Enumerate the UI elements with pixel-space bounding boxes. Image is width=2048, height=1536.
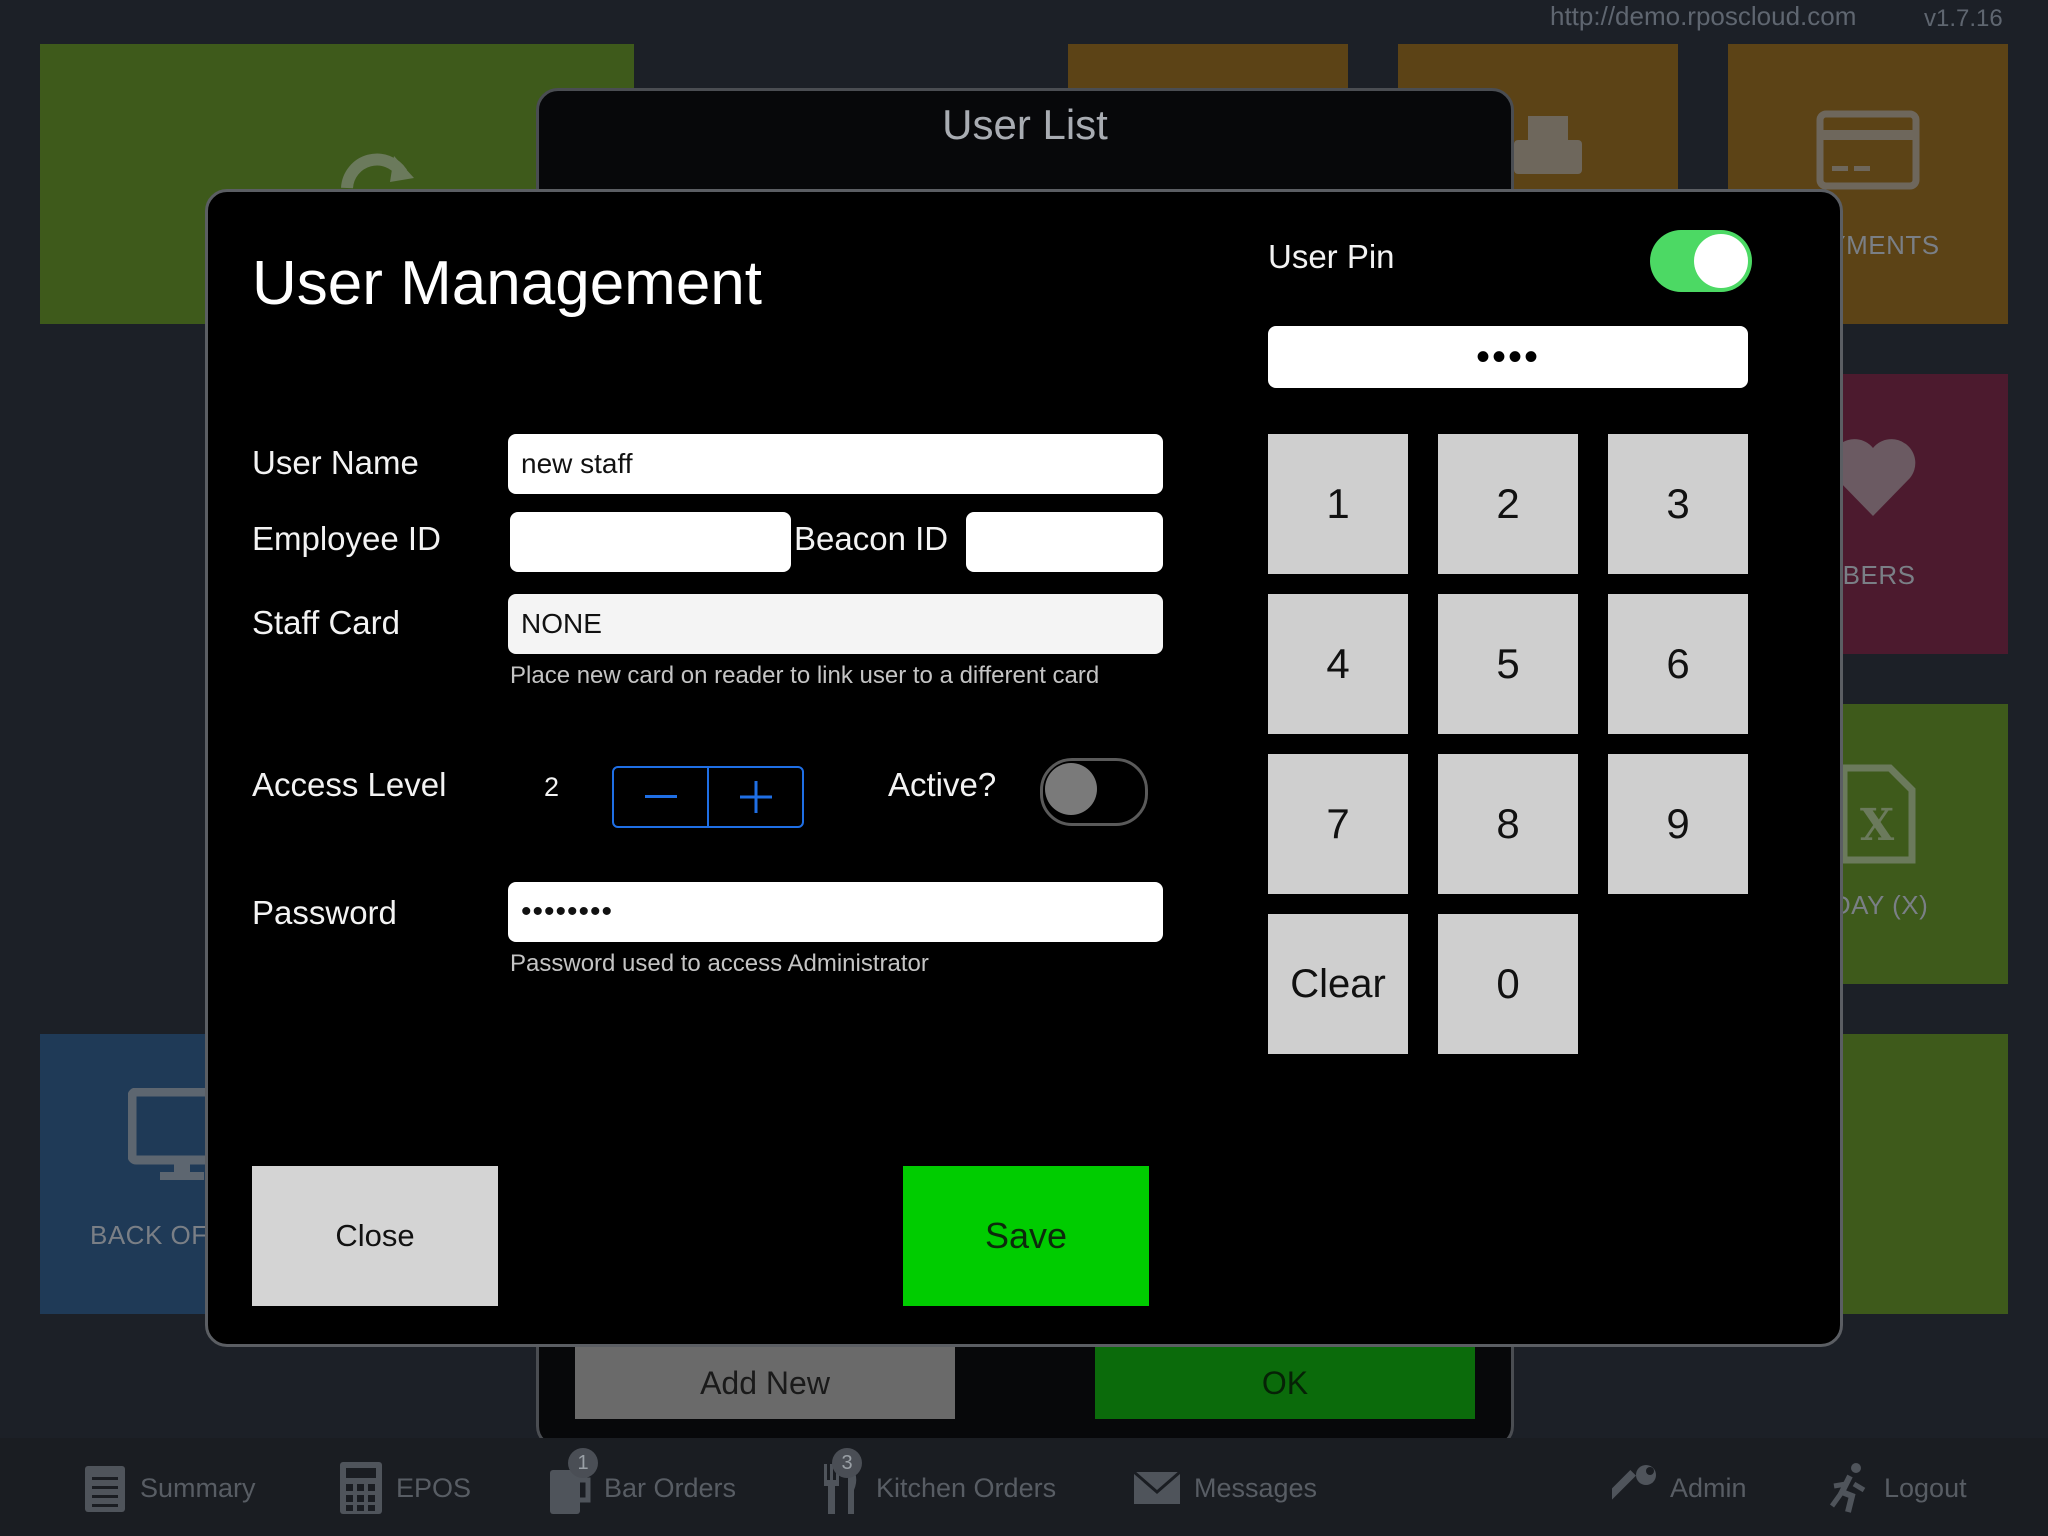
svg-text:X: X: [1860, 800, 1895, 851]
staff-card-hint: Place new card on reader to link user to…: [510, 662, 1100, 689]
app-version: v1.7.16: [1924, 5, 2003, 32]
tab-admin[interactable]: Admin: [1612, 1460, 1747, 1516]
beacon-id-input[interactable]: [966, 512, 1163, 572]
close-button[interactable]: Close: [252, 1166, 498, 1306]
user-list-title: User List: [942, 101, 1108, 148]
add-new-button[interactable]: Add New: [575, 1347, 955, 1419]
keypad-0[interactable]: 0: [1438, 914, 1578, 1054]
tab-epos[interactable]: EPOS: [338, 1460, 471, 1516]
kitchen-orders-badge: 3: [832, 1448, 862, 1478]
keypad-2[interactable]: 2: [1438, 434, 1578, 574]
staff-card-label: Staff Card: [252, 604, 400, 641]
active-toggle-knob: [1045, 763, 1097, 815]
server-url: http://demo.rposcloud.com: [1550, 1, 1857, 31]
plus-icon: [739, 781, 772, 813]
decrement-button[interactable]: [614, 768, 709, 826]
access-level-stepper: [612, 766, 804, 828]
keypad-8[interactable]: 8: [1438, 754, 1578, 894]
keypad-clear[interactable]: Clear: [1268, 914, 1408, 1054]
tab-messages[interactable]: Messages: [1132, 1460, 1317, 1516]
envelope-icon: [1133, 1470, 1181, 1504]
employee-id-label: Employee ID: [252, 520, 441, 557]
notepad-icon: [85, 1466, 125, 1512]
employee-id-input[interactable]: [510, 512, 791, 572]
keypad-7[interactable]: 7: [1268, 754, 1408, 894]
user-pin-label: User Pin: [1268, 238, 1395, 275]
bar-orders-badge: 1: [568, 1448, 598, 1478]
keypad-9[interactable]: 9: [1608, 754, 1748, 894]
user-pin-toggle[interactable]: [1650, 230, 1752, 292]
access-level-value: 2: [544, 772, 560, 802]
tab-kitchen-orders-label: Kitchen Orders: [876, 1472, 1057, 1503]
active-label: Active?: [888, 766, 997, 803]
keypad-1[interactable]: 1: [1268, 434, 1408, 574]
ok-button[interactable]: OK: [1095, 1347, 1475, 1419]
tab-logout-label: Logout: [1884, 1472, 1967, 1503]
access-level-label: Access Level: [252, 766, 447, 803]
printer-icon: [1514, 116, 1582, 174]
dialog-title: User Management: [252, 249, 763, 318]
keypad-3[interactable]: 3: [1608, 434, 1748, 574]
tab-logout[interactable]: Logout: [1828, 1460, 1967, 1516]
credit-card-icon: [1816, 110, 1920, 190]
beacon-id-label: Beacon ID: [794, 520, 949, 557]
tab-summary-label: Summary: [140, 1472, 256, 1503]
password-label: Password: [252, 894, 397, 931]
increment-button[interactable]: [709, 768, 802, 826]
password-hint: Password used to access Administrator: [510, 950, 929, 977]
tab-admin-label: Admin: [1670, 1472, 1747, 1503]
calculator-icon: [340, 1462, 382, 1514]
minus-icon: [644, 795, 677, 798]
keypad-5[interactable]: 5: [1438, 594, 1578, 734]
excel-file-icon: X: [1840, 764, 1916, 864]
user-pin-toggle-knob: [1694, 234, 1748, 288]
wrench-icon: [1612, 1465, 1656, 1502]
user-name-input[interactable]: new staff: [508, 434, 1163, 494]
pin-display: ••••: [1268, 326, 1748, 388]
active-toggle[interactable]: [1040, 758, 1148, 826]
password-input[interactable]: ••••••••: [508, 882, 1163, 942]
running-person-icon: [1829, 1463, 1866, 1513]
tab-messages-label: Messages: [1194, 1472, 1318, 1503]
tab-epos-label: EPOS: [396, 1472, 472, 1503]
user-name-label: User Name: [252, 444, 419, 481]
save-button[interactable]: Save: [903, 1166, 1149, 1306]
keypad-4[interactable]: 4: [1268, 594, 1408, 734]
staff-card-input[interactable]: NONE: [508, 594, 1163, 654]
keypad-6[interactable]: 6: [1608, 594, 1748, 734]
tab-summary[interactable]: Summary: [82, 1460, 256, 1516]
tab-bar-orders-label: Bar Orders: [604, 1472, 737, 1503]
